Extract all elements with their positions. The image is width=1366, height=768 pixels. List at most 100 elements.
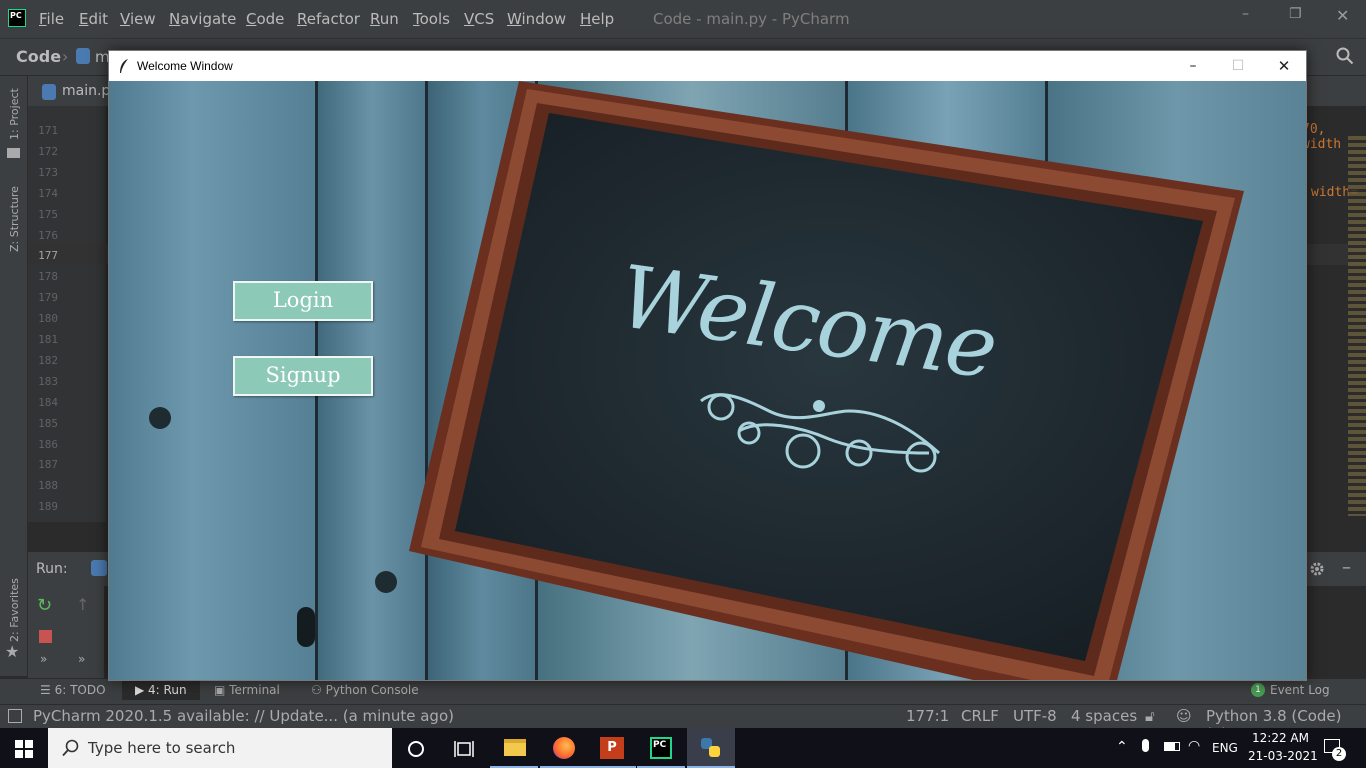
favorites-tool-tab[interactable]: 2: Favorites xyxy=(8,578,21,642)
menu-help[interactable]: Help xyxy=(580,10,614,28)
windows-start-icon[interactable] xyxy=(15,740,33,758)
python-app[interactable] xyxy=(687,728,735,768)
rerun-icon[interactable]: ↻ xyxy=(37,595,52,616)
folder-icon xyxy=(504,739,526,756)
file-encoding[interactable]: UTF-8 xyxy=(1013,707,1057,725)
chevron-up-icon[interactable]: ⌃ xyxy=(1116,739,1128,755)
line-number: 175 xyxy=(38,207,58,221)
taskbar-search-box[interactable]: Type here to search xyxy=(48,728,392,768)
line-number: 173 xyxy=(38,165,58,179)
menu-edit[interactable]: Edit xyxy=(79,10,108,28)
login-button[interactable]: Login xyxy=(233,281,373,321)
tab-run-label: 4: Run xyxy=(148,683,187,697)
restore-icon[interactable]: ❐ xyxy=(1289,6,1302,22)
menu-window[interactable]: Window xyxy=(507,10,566,28)
line-number: 184 xyxy=(38,395,58,409)
status-bar: PyCharm 2020.1.5 available: // Update...… xyxy=(0,704,1366,743)
line-number: 187 xyxy=(38,458,58,472)
close-icon[interactable]: ✕ xyxy=(1336,6,1349,25)
line-separator[interactable]: CRLF xyxy=(961,707,999,725)
python-file-icon xyxy=(42,84,56,100)
powerpoint-icon: P xyxy=(600,737,624,759)
line-number: 186 xyxy=(38,437,58,451)
firefox-app[interactable] xyxy=(540,728,588,768)
run-toolbar-secondary: ↑ » xyxy=(64,586,104,678)
wifi-icon[interactable]: ◠ xyxy=(1188,738,1200,754)
welcome-window-titlebar[interactable]: Welcome Window – ☐ ✕ xyxy=(109,51,1306,81)
task-view-icon[interactable] xyxy=(454,740,474,758)
search-placeholder: Type here to search xyxy=(88,739,236,757)
cortana-icon[interactable] xyxy=(406,739,426,759)
layout-icon[interactable] xyxy=(8,709,22,723)
menu-refactor[interactable]: Refactor xyxy=(297,10,360,28)
chevron-right-icon: › xyxy=(62,47,69,66)
inspector-icon[interactable]: ☺ xyxy=(1176,707,1192,725)
menu-navigate[interactable]: Navigate xyxy=(169,10,236,28)
menu-code[interactable]: Code xyxy=(246,10,284,28)
close-icon[interactable]: ✕ xyxy=(1269,55,1299,77)
line-number: 189 xyxy=(38,500,58,514)
menu-run[interactable]: Run xyxy=(370,10,399,28)
run-label: Run: xyxy=(36,561,68,577)
line-number: 177 xyxy=(38,249,58,263)
status-message[interactable]: PyCharm 2020.1.5 available: // Update...… xyxy=(33,707,454,725)
search-icon xyxy=(62,739,79,757)
python-run-config-icon[interactable] xyxy=(91,560,107,576)
hide-panel-icon[interactable]: – xyxy=(1342,557,1351,578)
search-icon[interactable] xyxy=(1336,47,1354,65)
line-number: 185 xyxy=(38,416,58,430)
event-log-tab[interactable]: Event Log xyxy=(1270,683,1330,697)
more-icon[interactable]: » xyxy=(78,652,85,666)
stop-icon[interactable] xyxy=(39,630,52,643)
line-number: 188 xyxy=(38,479,58,493)
more-icon[interactable]: » xyxy=(40,652,47,666)
tab-run[interactable]: ▶ 4: Run xyxy=(122,680,200,700)
tab-main-py[interactable]: main.p xyxy=(62,83,110,99)
file-explorer-app[interactable] xyxy=(490,728,538,768)
tab-todo[interactable]: ☰ 6: TODO xyxy=(40,683,106,697)
pycharm-app[interactable]: PC xyxy=(637,728,685,768)
signup-button[interactable]: Signup xyxy=(233,356,373,396)
line-number: 182 xyxy=(38,353,58,367)
minimize-icon[interactable]: – xyxy=(1242,6,1249,22)
error-stripe xyxy=(1348,136,1366,516)
feather-icon xyxy=(120,59,128,73)
microphone-icon[interactable] xyxy=(1142,739,1149,752)
line-number: 179 xyxy=(38,291,58,305)
arrow-up-icon[interactable]: ↑ xyxy=(76,595,89,614)
project-tool-tab[interactable]: 1: Project xyxy=(8,88,21,140)
gear-icon[interactable] xyxy=(1308,560,1326,578)
clock-time[interactable]: 12:22 AM xyxy=(1252,731,1309,745)
clock-date[interactable]: 21-03-2021 xyxy=(1248,749,1318,763)
line-number: 174 xyxy=(38,186,58,200)
line-number: 180 xyxy=(38,312,58,326)
maximize-icon[interactable]: ☐ xyxy=(1223,55,1253,77)
left-tool-strip: 1: Project Z: Structure 2: Favorites ★ xyxy=(0,76,28,676)
welcome-background: Welcome Login Signup xyxy=(109,81,1306,680)
pycharm-icon: PC xyxy=(650,737,672,759)
menu-view[interactable]: View xyxy=(120,10,156,28)
firefox-icon xyxy=(553,737,575,759)
window-title: Code - main.py - PyCharm xyxy=(653,10,850,28)
language-indicator[interactable]: ENG xyxy=(1212,741,1238,755)
structure-tool-tab[interactable]: Z: Structure xyxy=(8,186,21,252)
tab-terminal-label: Terminal xyxy=(229,683,280,697)
menu-bar: PC File Edit View Navigate Code Refactor… xyxy=(0,0,1366,38)
line-number: 172 xyxy=(38,144,58,158)
notification-badge: 2 xyxy=(1332,747,1346,761)
breadcrumb-project[interactable]: Code xyxy=(16,47,61,66)
caret-position[interactable]: 177:1 xyxy=(906,707,949,725)
battery-icon[interactable] xyxy=(1164,742,1180,751)
menu-vcs[interactable]: VCS xyxy=(464,10,494,28)
minimize-icon[interactable]: – xyxy=(1178,55,1208,77)
powerpoint-app[interactable]: P xyxy=(588,728,636,768)
lock-icon[interactable]: 🔓︎ xyxy=(1145,707,1155,725)
tab-terminal[interactable]: ▣ Terminal xyxy=(214,683,280,697)
tab-python-console[interactable]: ⚇ Python Console xyxy=(311,683,419,697)
line-number: 171 xyxy=(38,124,58,137)
line-number: 183 xyxy=(38,374,58,388)
menu-file[interactable]: File xyxy=(39,10,64,28)
indent-setting[interactable]: 4 spaces xyxy=(1071,707,1137,725)
line-number: 181 xyxy=(38,333,58,346)
menu-tools[interactable]: Tools xyxy=(413,10,450,28)
